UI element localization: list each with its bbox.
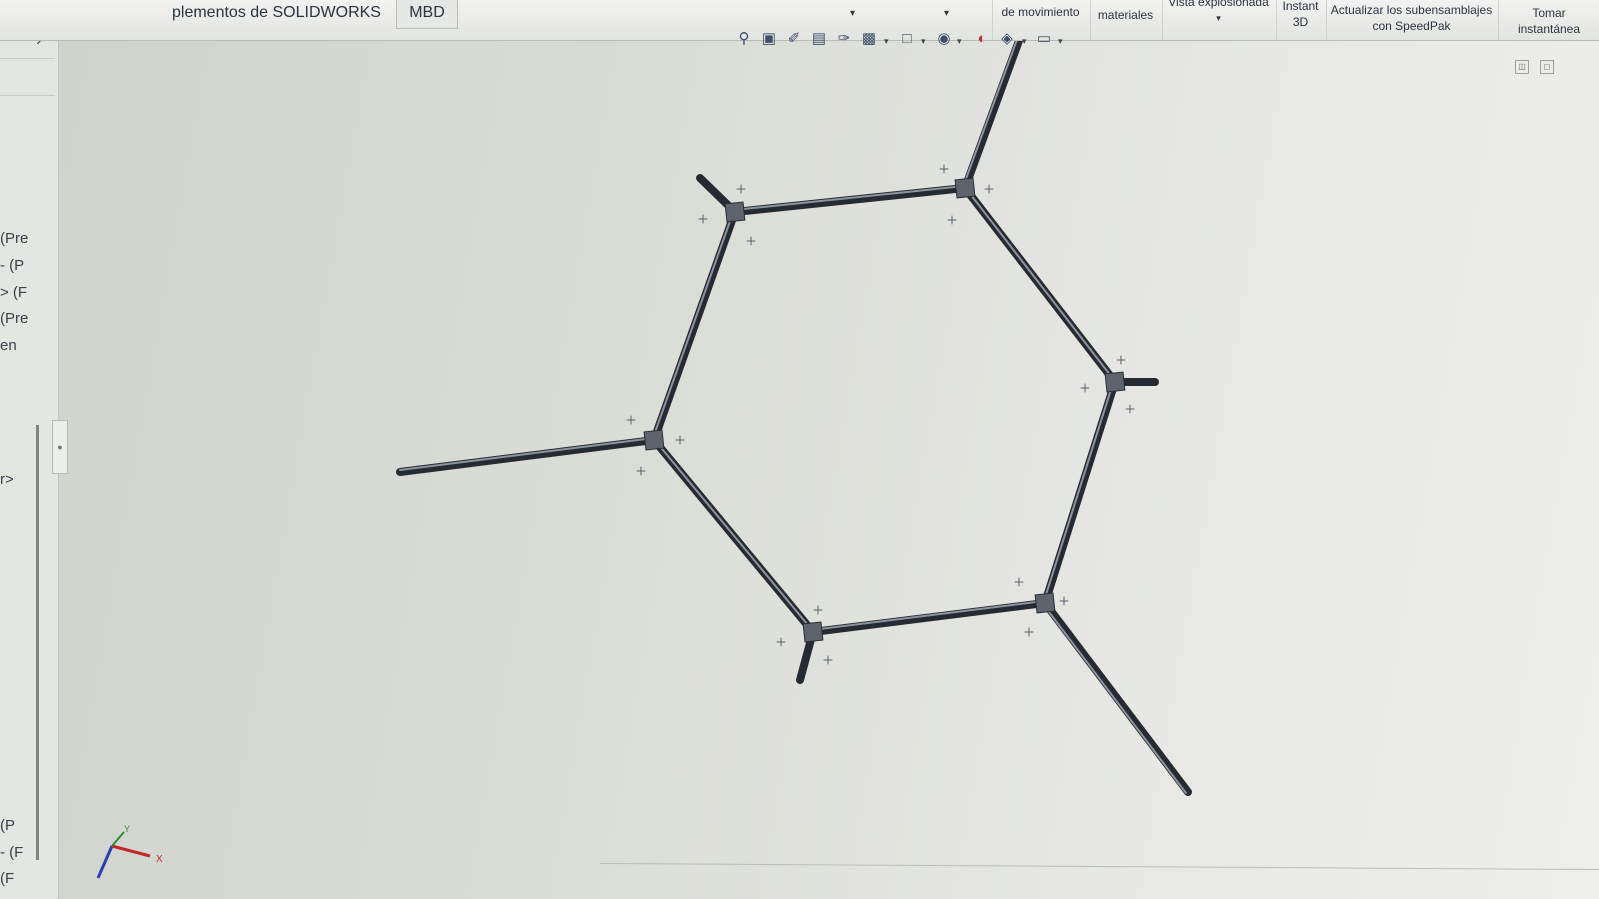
- hexagon-frame-assembly[interactable]: [396, 34, 1192, 796]
- tile-window-icon[interactable]: ◫: [1515, 60, 1529, 74]
- snapshot-label-2: instantánea: [1517, 22, 1581, 36]
- outward-legs[interactable]: [396, 34, 1192, 796]
- instant3d-label-2: 3D: [1292, 15, 1309, 29]
- exploded-view-label: Vista explosionada: [1168, 0, 1269, 9]
- tree-item[interactable]: (P: [0, 817, 55, 834]
- dropdown-caret-icon[interactable]: ▾: [1022, 36, 1027, 47]
- tree-item[interactable]: (Pre: [0, 310, 55, 327]
- graphics-viewport[interactable]: X Y: [0, 0, 1599, 899]
- appearance-icon[interactable]: ◐: [973, 30, 991, 48]
- dynamic-annotation-icon[interactable]: ✑: [835, 30, 853, 48]
- instant3d-button[interactable]: Instant 3D: [1276, 0, 1324, 40]
- tree-item[interactable]: en: [0, 337, 55, 354]
- maximize-window-icon[interactable]: ◻: [1540, 60, 1554, 74]
- tree-item[interactable]: - (F: [0, 844, 55, 861]
- previous-view-icon[interactable]: ✐: [785, 30, 803, 48]
- tree-filter-area[interactable]: [0, 58, 55, 96]
- speedpak-button[interactable]: Actualizar los subensamblajes con SpeedP…: [1326, 0, 1496, 40]
- sketch-points: [626, 164, 1135, 665]
- display-settings-icon[interactable]: ▭: [1035, 30, 1053, 48]
- materials-label: materiales: [1097, 8, 1154, 22]
- panel-splitter[interactable]: [36, 425, 39, 860]
- coordinate-triad: X Y: [96, 824, 163, 879]
- dropdown-caret-icon[interactable]: ▾: [957, 36, 962, 47]
- feature-tree-panel[interactable]: › (Pre - (P > (F (Pre en r> (P - (F (F: [0, 0, 59, 899]
- dropdown-caret-icon[interactable]: ▾: [944, 8, 949, 19]
- triad-x-label: X: [156, 854, 163, 865]
- hexagon-beams[interactable]: [649, 183, 1120, 637]
- tree-item[interactable]: (Pre: [0, 230, 55, 247]
- dropdown-caret-icon[interactable]: ▾: [850, 8, 855, 19]
- display-style-icon[interactable]: □: [898, 30, 916, 48]
- tree-item[interactable]: > (F: [0, 284, 55, 301]
- splitter-grip-handle[interactable]: ●: [52, 420, 68, 474]
- speedpak-label-2: con SpeedPak: [1372, 19, 1451, 33]
- instant3d-label-1: Instant: [1282, 0, 1319, 13]
- hide-show-icon[interactable]: ◉: [935, 30, 953, 48]
- heads-up-view-toolbar: ⚲ ▣ ✐ ▤ ✑ ▩ ▾ □ ▾ ◉ ▾ ◐ ◈ ▾ ▭ ▾: [735, 30, 1075, 54]
- tree-item[interactable]: - (P: [0, 257, 55, 274]
- dropdown-caret-icon[interactable]: ▾: [1058, 36, 1063, 47]
- triad-y-label: Y: [124, 824, 130, 834]
- zoom-to-area-icon[interactable]: ▣: [760, 30, 778, 48]
- bill-of-materials-button[interactable]: materiales: [1090, 0, 1160, 40]
- scene-icon[interactable]: ◈: [998, 30, 1016, 48]
- view-orientation-icon[interactable]: ▩: [860, 30, 878, 48]
- section-view-icon[interactable]: ▤: [810, 30, 828, 48]
- motion-study-label: de movimiento: [1001, 5, 1080, 19]
- take-snapshot-button[interactable]: Tomar instantánea: [1498, 0, 1599, 40]
- dropdown-caret-icon[interactable]: ▾: [884, 36, 889, 47]
- speedpak-label-1: Actualizar los subensamblajes: [1330, 3, 1493, 17]
- dropdown-caret-icon: ▾: [1216, 13, 1221, 23]
- snapshot-label-1: Tomar: [1532, 6, 1566, 20]
- exploded-view-button[interactable]: Vista explosionada ▾: [1162, 0, 1274, 40]
- tree-item[interactable]: (F: [0, 870, 55, 887]
- zoom-to-fit-icon[interactable]: ⚲: [735, 30, 753, 48]
- tab-mbd[interactable]: MBD: [396, 0, 458, 29]
- dropdown-caret-icon[interactable]: ▾: [921, 36, 926, 47]
- tab-solidworks-addins[interactable]: plementos de SOLIDWORKS: [160, 0, 419, 28]
- tree-item[interactable]: r>: [0, 471, 55, 488]
